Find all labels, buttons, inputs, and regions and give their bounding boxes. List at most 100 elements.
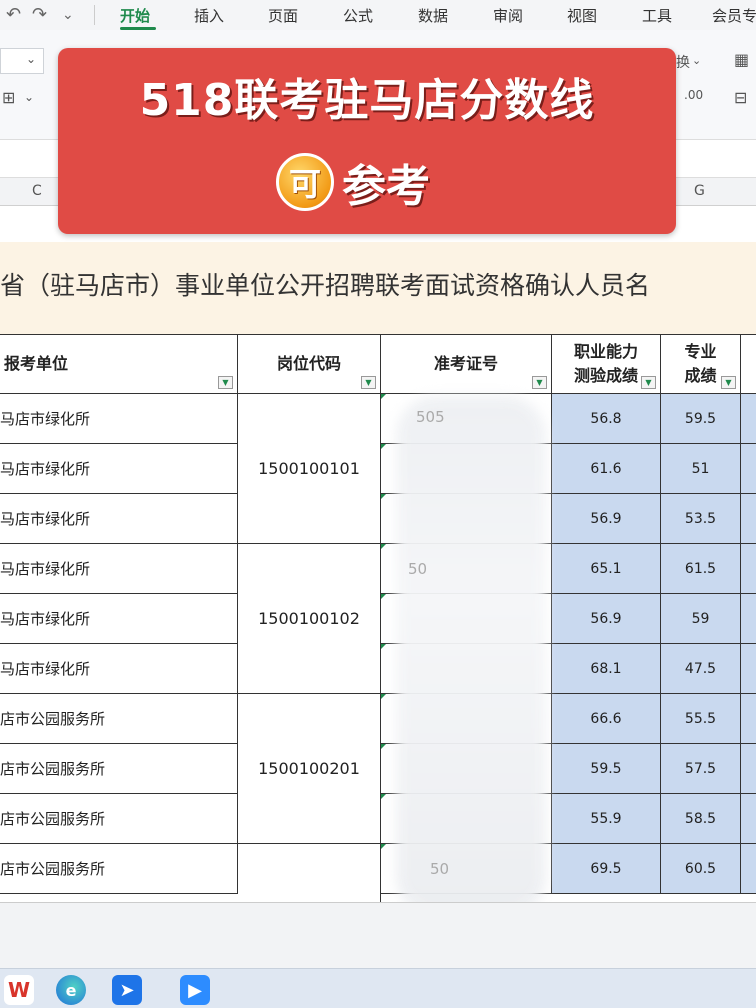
code-cell[interactable]: 1500100101: [238, 394, 381, 544]
ability-score-cell[interactable]: 55.9: [552, 794, 661, 844]
unit-cell[interactable]: 店市公园服务所: [0, 744, 238, 794]
taskbar: W e ➤ ▶: [0, 968, 756, 1008]
unit-cell[interactable]: 店市公园服务所: [0, 694, 238, 744]
menu-separator: [94, 5, 95, 25]
unit-cell[interactable]: 店市公园服务所: [0, 794, 238, 844]
next-column-cell[interactable]: [741, 744, 756, 794]
major-score-cell[interactable]: 61.5: [661, 544, 741, 594]
font-select[interactable]: [0, 48, 44, 74]
next-column-cell[interactable]: [741, 594, 756, 644]
redo-icon[interactable]: ↷: [32, 4, 47, 25]
chevron-down-icon[interactable]: ⌄: [62, 7, 74, 23]
major-score-cell[interactable]: 57.5: [661, 744, 741, 794]
exam-number-fragment: 505: [416, 408, 445, 426]
menu-insert[interactable]: 插入: [194, 5, 224, 26]
header-exam[interactable]: 准考证号 ▼: [381, 334, 552, 394]
menu-formula[interactable]: 公式: [343, 5, 373, 26]
unit-cell[interactable]: 马店市绿化所: [0, 394, 238, 444]
next-column-cell[interactable]: [741, 794, 756, 844]
header-major[interactable]: 专业 成绩 ▼: [661, 334, 741, 394]
column-header-c[interactable]: C: [32, 183, 42, 199]
next-column-cell[interactable]: [741, 694, 756, 744]
menu-view[interactable]: 视图: [567, 5, 597, 26]
chevron-down-icon: ⌄: [26, 52, 37, 66]
data-table: 报考单位 ▼ 岗位代码 ▼ 准考证号 ▼ 职业能力 测验成绩 ▼ 专业 成绩 ▼…: [0, 334, 756, 902]
text-number-marker-icon: [381, 644, 386, 649]
decimal-icon[interactable]: .00: [684, 88, 703, 102]
chevron-down-icon: ⌄: [24, 90, 35, 104]
column-header-g[interactable]: G: [694, 183, 705, 199]
text-number-marker-icon: [381, 744, 386, 749]
filter-dropdown-icon[interactable]: ▼: [361, 376, 376, 389]
unit-cell[interactable]: 马店市绿化所: [0, 494, 238, 544]
unit-cell[interactable]: 马店市绿化所: [0, 594, 238, 644]
ability-score-cell[interactable]: 68.1: [552, 644, 661, 694]
ability-score-cell[interactable]: 61.6: [552, 444, 661, 494]
ability-score-cell[interactable]: 69.5: [552, 844, 661, 894]
header-unit-label: 报考单位: [4, 354, 69, 373]
unit-cell[interactable]: 马店市绿化所: [0, 644, 238, 694]
code-cell[interactable]: [238, 844, 381, 902]
sheet-title: 省（驻马店市）事业单位公开招聘联考面试资格确认人员名: [0, 271, 651, 300]
text-number-marker-icon: [381, 444, 386, 449]
major-score-cell[interactable]: 59.5: [661, 394, 741, 444]
next-column-cell[interactable]: [741, 394, 756, 444]
menu-home[interactable]: 开始: [120, 5, 150, 26]
major-score-cell[interactable]: 47.5: [661, 644, 741, 694]
menu-page[interactable]: 页面: [268, 5, 298, 26]
menu-review[interactable]: 审阅: [493, 5, 523, 26]
header-ability[interactable]: 职业能力 测验成绩 ▼: [552, 334, 661, 394]
filter-dropdown-icon[interactable]: ▼: [721, 376, 736, 389]
unit-cell[interactable]: 店市公园服务所: [0, 844, 238, 894]
zoom-icon[interactable]: ▶: [180, 975, 210, 1005]
menu-bar: ↶ ↷ ⌄ 开始 插入 页面 公式 数据 审阅 视图 工具 会员专: [0, 0, 756, 30]
banner-subtitle-text: 参考: [342, 161, 430, 212]
ability-score-cell[interactable]: 56.9: [552, 594, 661, 644]
wrap-text-label[interactable]: 换: [676, 52, 690, 72]
unit-cell[interactable]: 马店市绿化所: [0, 444, 238, 494]
major-score-cell[interactable]: 58.5: [661, 794, 741, 844]
edge-icon[interactable]: e: [56, 975, 86, 1005]
layout-icon[interactable]: ⊟: [734, 88, 747, 107]
ability-score-cell[interactable]: 59.5: [552, 744, 661, 794]
feishu-icon[interactable]: ➤: [112, 975, 142, 1005]
major-score-cell[interactable]: 60.5: [661, 844, 741, 894]
ability-score-cell[interactable]: 56.9: [552, 494, 661, 544]
undo-icon[interactable]: ↶: [6, 4, 21, 25]
menu-member[interactable]: 会员专: [712, 5, 756, 26]
ability-score-cell[interactable]: 65.1: [552, 544, 661, 594]
grid-icon[interactable]: ▦: [734, 50, 749, 69]
header-next[interactable]: [741, 334, 756, 394]
code-cell[interactable]: 1500100102: [238, 544, 381, 694]
border-icon[interactable]: ⊞: [2, 88, 15, 107]
header-unit[interactable]: 报考单位 ▼: [0, 334, 238, 394]
text-number-marker-icon: [381, 544, 386, 549]
menu-tools[interactable]: 工具: [642, 5, 672, 26]
text-number-marker-icon: [381, 694, 386, 699]
header-major-line2: 成绩: [684, 366, 717, 385]
major-score-cell[interactable]: 53.5: [661, 494, 741, 544]
menu-data[interactable]: 数据: [418, 5, 448, 26]
next-column-cell[interactable]: [741, 644, 756, 694]
unit-cell[interactable]: 马店市绿化所: [0, 544, 238, 594]
wps-icon[interactable]: W: [4, 975, 34, 1005]
major-score-cell[interactable]: 59: [661, 594, 741, 644]
header-code[interactable]: 岗位代码 ▼: [238, 334, 381, 394]
banner-subtitle: 可 参考: [276, 152, 430, 212]
filter-dropdown-icon[interactable]: ▼: [532, 376, 547, 389]
next-column-cell[interactable]: [741, 844, 756, 894]
major-score-cell[interactable]: 51: [661, 444, 741, 494]
major-score-cell[interactable]: 55.5: [661, 694, 741, 744]
sheet-title-row: 省（驻马店市）事业单位公开招聘联考面试资格确认人员名: [0, 242, 756, 334]
filter-dropdown-icon[interactable]: ▼: [218, 376, 233, 389]
code-cell[interactable]: 1500100201: [238, 694, 381, 844]
next-column-cell[interactable]: [741, 494, 756, 544]
text-number-marker-icon: [381, 594, 386, 599]
promo-banner: 518联考驻马店分数线 可 参考: [58, 48, 676, 234]
next-column-cell[interactable]: [741, 544, 756, 594]
next-column-cell[interactable]: [741, 444, 756, 494]
ability-score-cell[interactable]: 56.8: [552, 394, 661, 444]
ability-score-cell[interactable]: 66.6: [552, 694, 661, 744]
chevron-down-icon: ⌄: [692, 54, 702, 67]
filter-dropdown-icon[interactable]: ▼: [641, 376, 656, 389]
